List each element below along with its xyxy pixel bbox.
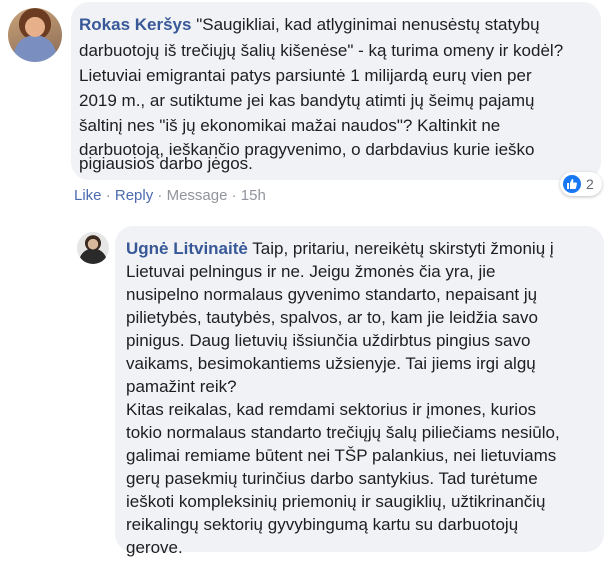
reply-text-2: nusipelno normalaus gyvenimo standarto, …	[126, 285, 538, 304]
reply-text-9: galimai remiame būtent nei TŠP palankius…	[126, 446, 557, 465]
comment-text-0: "Saugikliai, kad atlyginimai nenusėstų s…	[191, 15, 540, 34]
comment-line-1: Rokas Keršys "Saugikliai, kad atlyginima…	[79, 13, 540, 36]
reply-text-12: reikalingų sektorių gyvybingumą kartu su…	[126, 515, 519, 534]
reaction-count-badge[interactable]: 2	[560, 172, 602, 196]
reply-text-5: vaikams, besimokantiems užsienyje. Tai j…	[126, 354, 536, 373]
comment-text-6: pigiausios darbo jėgos.	[79, 154, 253, 173]
reply-text-3: pilietybės, tautybės, spalvos, ar to, ka…	[126, 308, 538, 327]
reply-text-7: Kitas reikalas, kad remdami sektorius ir…	[126, 400, 537, 419]
like-link[interactable]: Like	[74, 187, 102, 204]
avatar-ugne-litvinaite[interactable]	[77, 232, 109, 264]
like-icon	[563, 175, 581, 193]
reply-link[interactable]: Reply	[115, 187, 153, 204]
comment-text-3: 2019 m., ar sutiktume jei kas bandytų at…	[79, 91, 535, 110]
reply-text-4: pinigus. Daug lietuvių išsiunčia uždirbt…	[126, 331, 531, 350]
reply-text-6: pamažint reik?	[126, 377, 237, 396]
reply-bubble: Ugnė Litvinaitė Taip, pritariu, nereikėt…	[115, 226, 604, 557]
reply-text-13: gerove.	[126, 538, 183, 557]
message-link[interactable]: Message	[167, 187, 228, 204]
action-separator: ·	[153, 187, 167, 204]
reply-line-1: Ugnė Litvinaitė Taip, pritariu, nereikėt…	[126, 237, 554, 260]
reply-author[interactable]: Ugnė Litvinaitė	[126, 239, 248, 258]
action-separator: ·	[101, 187, 115, 204]
reply-text-8: tokio normalaus standarto trečiųjų šalų …	[126, 423, 560, 442]
comment-text-2: Lietuviai emigrantai patys parsiuntė 1 m…	[79, 66, 532, 85]
reply-text-1: Lietuvai pelningus ir ne. Jeigu žmonės č…	[126, 262, 496, 281]
reply-text-10: gerų pasekmių turinčius darbo santykius.…	[126, 469, 538, 488]
reply-text-0: Taip, pritariu, nereikėtų skirstyti žmon…	[247, 239, 554, 258]
comment-author[interactable]: Rokas Keršys	[79, 15, 191, 34]
reaction-count: 2	[586, 176, 594, 192]
comment-text-4: šaltinį nes "iš jų ekonomikai mažai naud…	[79, 116, 501, 135]
reply-text-11: ieškoti kompleksinių priemonių ir saugik…	[126, 492, 546, 511]
comment-actions: Like · Reply · Message · 15h	[74, 187, 266, 204]
comment-text-1: darbuotojų iš trečiųjų šalių kišenėse" -…	[79, 41, 564, 60]
action-separator: ·	[227, 187, 241, 204]
comment-timestamp[interactable]: 15h	[241, 187, 266, 204]
avatar-rokas-kersys[interactable]	[8, 8, 62, 62]
